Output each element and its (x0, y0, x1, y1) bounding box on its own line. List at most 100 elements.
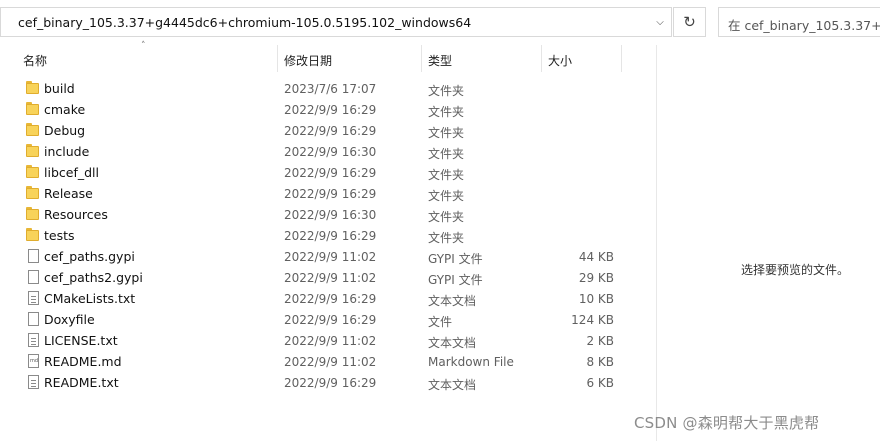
file-date: 2022/9/9 16:29 (284, 166, 377, 180)
file-row[interactable]: Doxyfile 2022/9/9 16:29 文件 124 KB (0, 309, 656, 330)
file-row[interactable]: cef_paths.gypi 2022/9/9 11:02 GYPI 文件 44 KB (0, 246, 656, 267)
file-name: cef_paths2.gypi (44, 270, 143, 285)
file-name: README.md (44, 354, 122, 369)
file-name: CMakeLists.txt (44, 291, 136, 306)
text-file-icon (28, 291, 39, 305)
folder-icon (26, 81, 40, 95)
folder-icon (26, 207, 40, 221)
file-date: 2022/9/9 16:29 (284, 313, 377, 327)
file-type: 文件夹 (428, 189, 465, 203)
file-size: 6 KB (586, 376, 614, 390)
file-date: 2022/9/9 11:02 (284, 250, 377, 264)
column-header-size[interactable]: 大小 (548, 52, 572, 69)
file-type: 文本文档 (428, 378, 477, 392)
file-row[interactable]: CMakeLists.txt 2022/9/9 16:29 文本文档 10 KB (0, 288, 656, 309)
file-row[interactable]: include 2022/9/9 16:30 文件夹 (0, 141, 656, 162)
column-header-name[interactable]: 名称 (23, 52, 47, 69)
folder-icon (26, 144, 40, 158)
file-size: 44 KB (578, 250, 614, 264)
column-separator[interactable] (541, 45, 542, 72)
file-name: LICENSE.txt (44, 333, 118, 348)
markdown-file-icon (28, 354, 39, 368)
file-size: 2 KB (586, 334, 614, 348)
file-name: Resources (44, 207, 108, 222)
search-box[interactable]: 在 cef_binary_105.3.37+g4445dc6+chromium-… (718, 7, 880, 37)
file-row[interactable]: tests 2022/9/9 16:29 文件夹 (0, 225, 656, 246)
file-row[interactable]: build 2023/7/6 17:07 文件夹 (0, 78, 656, 99)
file-name: build (44, 81, 75, 96)
file-date: 2022/9/9 16:30 (284, 145, 377, 159)
file-name: cmake (44, 102, 86, 117)
file-type: GYPI 文件 (428, 252, 483, 266)
file-date: 2022/9/9 11:02 (284, 271, 377, 285)
file-date: 2022/9/9 16:29 (284, 187, 377, 201)
file-size: 124 KB (571, 313, 614, 327)
text-file-icon (28, 375, 39, 389)
file-name: Release (44, 186, 93, 201)
file-type: 文本文档 (428, 336, 477, 350)
file-name: README.txt (44, 375, 119, 390)
column-separator[interactable] (621, 45, 622, 72)
file-date: 2023/7/6 17:07 (284, 82, 377, 96)
chevron-down-icon[interactable]: ⌵ (653, 16, 667, 30)
file-row[interactable]: LICENSE.txt 2022/9/9 11:02 文本文档 2 KB (0, 330, 656, 351)
file-icon (28, 249, 39, 263)
refresh-icon: ↻ (683, 13, 696, 31)
file-type: GYPI 文件 (428, 273, 483, 287)
file-date: 2022/9/9 16:30 (284, 208, 377, 222)
column-separator[interactable] (421, 45, 422, 72)
search-input[interactable]: 在 cef_binary_105.3.37+g4445dc6+chromium-… (728, 15, 880, 34)
file-date: 2022/9/9 16:29 (284, 292, 377, 306)
file-row[interactable]: libcef_dll 2022/9/9 16:29 文件夹 (0, 162, 656, 183)
file-date: 2022/9/9 16:29 (284, 124, 377, 138)
refresh-button[interactable]: ↻ (673, 7, 706, 37)
file-size: 10 KB (578, 292, 614, 306)
file-date: 2022/9/9 16:29 (284, 376, 377, 390)
file-name: libcef_dll (44, 165, 99, 180)
text-file-icon (28, 333, 39, 347)
file-row[interactable]: cef_paths2.gypi 2022/9/9 11:02 GYPI 文件 29 K… (0, 267, 656, 288)
file-date: 2022/9/9 11:02 (284, 334, 377, 348)
file-name: cef_paths.gypi (44, 249, 135, 264)
file-row[interactable]: Resources 2022/9/9 16:30 文件夹 (0, 204, 656, 225)
pane-divider[interactable] (656, 45, 657, 441)
address-path[interactable]: cef_binary_105.3.37+g4445dc6+chromium-10… (18, 15, 471, 30)
file-type: 文件夹 (428, 168, 465, 182)
folder-icon (26, 102, 40, 116)
file-date: 2022/9/9 16:29 (284, 229, 377, 243)
file-type: 文件夹 (428, 210, 465, 224)
file-row[interactable]: cmake 2022/9/9 16:29 文件夹 (0, 99, 656, 120)
file-row[interactable]: README.md 2022/9/9 11:02 Markdown File 8 KB (0, 351, 656, 372)
file-row[interactable]: Debug 2022/9/9 16:29 文件夹 (0, 120, 656, 141)
file-name: include (44, 144, 90, 159)
file-type: Markdown File (428, 355, 514, 369)
file-row[interactable]: README.txt 2022/9/9 16:29 文本文档 6 KB (0, 372, 656, 393)
folder-icon (26, 165, 40, 179)
folder-icon (26, 186, 40, 200)
column-header-date[interactable]: 修改日期 (284, 52, 332, 69)
column-separator[interactable] (277, 45, 278, 72)
watermark: CSDN @森明帮大于黑虎帮 (634, 414, 820, 432)
folder-icon (26, 228, 40, 242)
file-type: 文件夹 (428, 147, 465, 161)
file-icon (28, 312, 39, 326)
file-name: tests (44, 228, 75, 243)
file-size: 29 KB (578, 271, 614, 285)
file-date: 2022/9/9 11:02 (284, 355, 377, 369)
file-type: 文件夹 (428, 84, 465, 98)
file-size: 8 KB (586, 355, 614, 369)
address-bar[interactable]: cef_binary_105.3.37+g4445dc6+chromium-10… (0, 7, 672, 37)
file-date: 2022/9/9 16:29 (284, 103, 377, 117)
file-type: 文件 (428, 315, 453, 329)
file-row[interactable]: Release 2022/9/9 16:29 文件夹 (0, 183, 656, 204)
file-type: 文本文档 (428, 294, 477, 308)
file-type: 文件夹 (428, 126, 465, 140)
file-icon (28, 270, 39, 284)
file-name: Debug (44, 123, 86, 138)
column-header-type[interactable]: 类型 (428, 52, 452, 69)
file-name: Doxyfile (44, 312, 95, 327)
file-type: 文件夹 (428, 105, 465, 119)
file-type: 文件夹 (428, 231, 465, 245)
folder-icon (26, 123, 40, 137)
preview-message: 选择要预览的文件。 (741, 263, 850, 277)
